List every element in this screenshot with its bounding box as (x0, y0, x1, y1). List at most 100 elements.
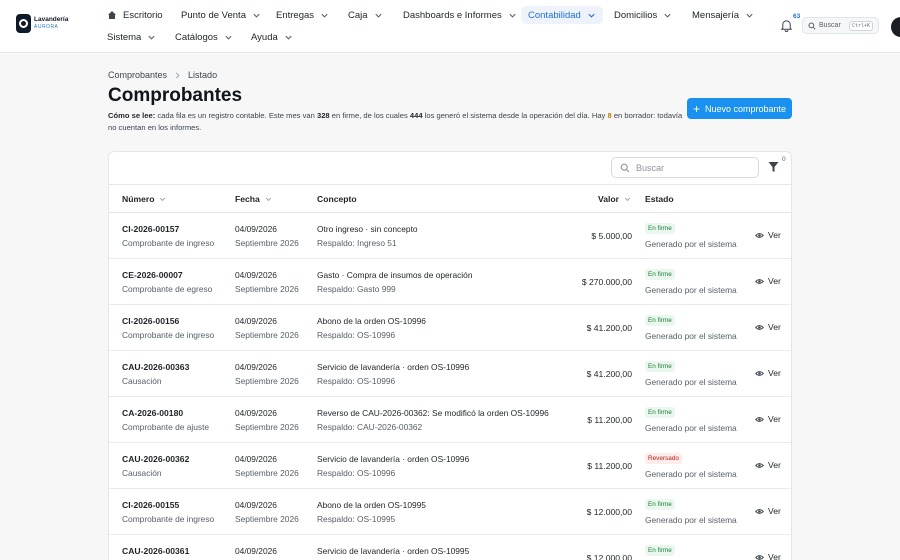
notification-count: 63 (793, 13, 801, 20)
voucher-value: $ 41.200,00 (586, 369, 632, 379)
voucher-number[interactable]: CAU-2026-00362 (122, 454, 189, 464)
new-voucher-label: Nuevo comprobante (704, 103, 787, 114)
voucher-origin: Generado por el sistema (645, 285, 737, 295)
voucher-origin: Generado por el sistema (645, 423, 737, 433)
chevron-down-icon (285, 35, 292, 40)
header-number[interactable]: Número (122, 194, 166, 204)
table-search-input[interactable] (636, 162, 746, 173)
new-voucher-button[interactable]: + Nuevo comprobante (687, 98, 792, 119)
header-number-label: Número (122, 194, 155, 204)
nav-contabilidad-label: Contabilidad (528, 9, 581, 21)
voucher-value: $ 11.200,00 (587, 461, 632, 471)
nav-mensajeria[interactable]: Mensajería (692, 6, 754, 24)
bell-icon[interactable] (780, 19, 793, 32)
status-badge: En firme (645, 545, 675, 556)
view-button[interactable]: Ver (755, 230, 781, 240)
voucher-date: 04/09/2026 (235, 270, 277, 280)
brand-name: Lavandería (34, 16, 69, 24)
header-value[interactable]: Valor (598, 194, 631, 204)
nav-entregas-label: Entregas (276, 9, 315, 21)
nav-caja[interactable]: Caja (348, 6, 383, 24)
view-button-label: Ver (768, 368, 781, 378)
nav-dashboards[interactable]: Dashboards e Informes (403, 6, 517, 24)
header-date[interactable]: Fecha (235, 194, 272, 204)
vouchers-card: 0 Número Fecha Concepto Valor Estado CI-… (108, 151, 792, 560)
voucher-value: $ 12.000,00 (586, 553, 632, 560)
nav-ayuda-label: Ayuda (251, 31, 278, 43)
view-button[interactable]: Ver (755, 506, 781, 516)
sort-icon (265, 197, 271, 201)
search-icon (808, 21, 816, 30)
global-search-label: Buscar (819, 22, 841, 29)
table-row[interactable]: CE-2026-00007 Comprobante de egreso 04/09/… (109, 259, 791, 305)
voucher-number[interactable]: CI-2026-00155 (122, 500, 179, 510)
nav-sistema[interactable]: Sistema (107, 28, 156, 46)
voucher-concept: Reverso de CAU-2026-00362: Se modificó l… (317, 408, 549, 418)
voucher-period: Septiembre 2026 (235, 376, 299, 386)
view-button-label: Ver (768, 460, 781, 470)
voucher-number[interactable]: CI-2026-00157 (122, 224, 179, 234)
status-badge: Reversado (645, 453, 682, 464)
sort-icon (160, 197, 166, 201)
table-row[interactable]: CI-2026-00156 Comprobante de ingreso 04/09… (109, 305, 791, 351)
nav-punto-de-venta[interactable]: Punto de Venta (181, 6, 261, 24)
eye-icon (755, 324, 764, 330)
view-button[interactable]: Ver (755, 414, 781, 424)
table-row[interactable]: CA-2026-00180 Comprobante de ajuste 04/09/… (109, 397, 791, 443)
nav-ayuda[interactable]: Ayuda (251, 28, 293, 46)
nav-entregas[interactable]: Entregas (276, 6, 329, 24)
help-firm-count: 328 (316, 111, 330, 120)
voucher-date: 04/09/2026 (235, 224, 277, 234)
table-search[interactable] (611, 157, 759, 178)
view-button[interactable]: Ver (755, 460, 781, 470)
view-button-label: Ver (768, 506, 781, 516)
voucher-concept: Abono de la orden OS-10996 (317, 316, 426, 326)
view-button[interactable]: Ver (755, 322, 781, 332)
global-search-button[interactable]: Buscar Ctrl+K (802, 17, 879, 34)
voucher-concept: Servicio de lavandería · orden OS-10996 (317, 362, 470, 372)
filter-count: 0 (782, 156, 786, 163)
table-row[interactable]: CI-2026-00157 Comprobante de ingreso 04/09… (109, 213, 791, 259)
table-row[interactable]: CAU-2026-00361Causación04/09/2026Septiem… (109, 535, 791, 560)
view-button[interactable]: Ver (755, 276, 781, 286)
voucher-period: Septiembre 2026 (235, 284, 299, 294)
voucher-number[interactable]: CAU-2026-00363 (122, 362, 189, 372)
view-button-label: Ver (768, 276, 781, 286)
voucher-number[interactable]: CE-2026-00007 (122, 270, 183, 280)
voucher-date: 04/09/2026 (235, 454, 277, 464)
chevron-down-icon (225, 35, 232, 40)
view-button[interactable]: Ver (755, 552, 781, 560)
view-button[interactable]: Ver (755, 368, 781, 378)
voucher-number[interactable]: CAU-2026-00361 (122, 546, 189, 556)
voucher-origin: Generado por el sistema (645, 377, 737, 387)
help-text-part: cada fila es un registro contable. Este … (157, 111, 315, 120)
nav-catalogos-label: Catálogos (175, 31, 218, 43)
nav-escritorio[interactable]: Escritorio (107, 6, 163, 24)
status-badge: En firme (645, 269, 675, 280)
voucher-concept: Gasto · Compra de insumos de operación (317, 270, 473, 280)
table-row[interactable]: CAU-2026-00363 Causación 04/09/2026 Septiem… (109, 351, 791, 397)
nav-domicilios[interactable]: Domicilios (614, 6, 672, 24)
breadcrumb-parent[interactable]: Comprobantes (108, 70, 167, 80)
nav-escritorio-label: Escritorio (123, 9, 163, 21)
user-avatar[interactable] (891, 17, 900, 37)
brand-logo[interactable]: Lavandería AURORA (16, 14, 68, 33)
voucher-number[interactable]: CI-2026-00156 (122, 316, 179, 326)
status-badge: En firme (645, 407, 675, 418)
table-row[interactable]: CAU-2026-00362 Causación 04/09/2026 Septiem… (109, 443, 791, 489)
breadcrumb-current: Listado (188, 70, 218, 80)
header-concept-label: Concepto (317, 194, 357, 204)
voucher-type: Comprobante de ingreso (122, 330, 215, 340)
nav-catalogos[interactable]: Catálogos (175, 28, 233, 46)
status-badge: En firme (645, 223, 675, 234)
table-row[interactable]: CI-2026-00155 Comprobante de ingreso 04/09… (109, 489, 791, 535)
filter-icon[interactable] (768, 161, 779, 173)
view-button-label: Ver (768, 322, 781, 332)
eye-icon (755, 370, 764, 376)
voucher-number[interactable]: CA-2026-00180 (122, 408, 183, 418)
nav-contabilidad[interactable]: Contabilidad (521, 6, 603, 24)
help-lead: Cómo se lee: (108, 111, 156, 120)
voucher-concept: Servicio de lavandería · orden OS-10995 (317, 546, 470, 556)
voucher-origin: Generado por el sistema (645, 331, 737, 341)
voucher-origin: Generado por el sistema (645, 469, 737, 479)
